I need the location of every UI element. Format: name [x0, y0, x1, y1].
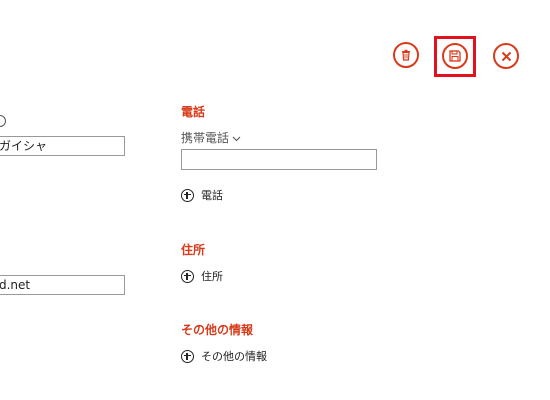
- name-reading-field[interactable]: ガイシャ: [0, 136, 125, 156]
- trash-icon: [400, 49, 412, 61]
- add-phone-label: 電話: [201, 189, 223, 202]
- other-info-section-title: その他の情報: [181, 323, 254, 337]
- add-other-info-button[interactable]: その他の情報: [181, 348, 267, 364]
- email-value: d.net: [0, 278, 31, 292]
- delete-button[interactable]: [393, 42, 419, 68]
- address-section-title: 住所: [181, 243, 206, 257]
- add-other-info-label: その他の情報: [201, 350, 267, 363]
- add-circle-icon: [181, 349, 194, 363]
- add-phone-button[interactable]: 電話: [181, 187, 223, 203]
- phone-number-input[interactable]: [181, 149, 377, 170]
- phone-section-title: 電話: [181, 105, 206, 119]
- chevron-down-icon: [232, 131, 241, 145]
- name-reading-value: ガイシャ: [0, 139, 48, 153]
- add-address-button[interactable]: 住所: [181, 268, 223, 284]
- phone-type-dropdown[interactable]: 携帯電話: [181, 129, 241, 146]
- email-field[interactable]: d.net: [0, 275, 125, 295]
- left-label-fragment: [0, 115, 6, 127]
- add-circle-icon: [181, 188, 194, 202]
- save-button[interactable]: [442, 43, 468, 69]
- add-address-label: 住所: [201, 270, 223, 283]
- phone-type-label: 携帯電話: [181, 131, 230, 145]
- close-icon: [501, 51, 512, 62]
- floppy-disk-icon: [449, 50, 461, 62]
- add-circle-icon: [181, 269, 194, 283]
- cancel-button[interactable]: [493, 43, 519, 69]
